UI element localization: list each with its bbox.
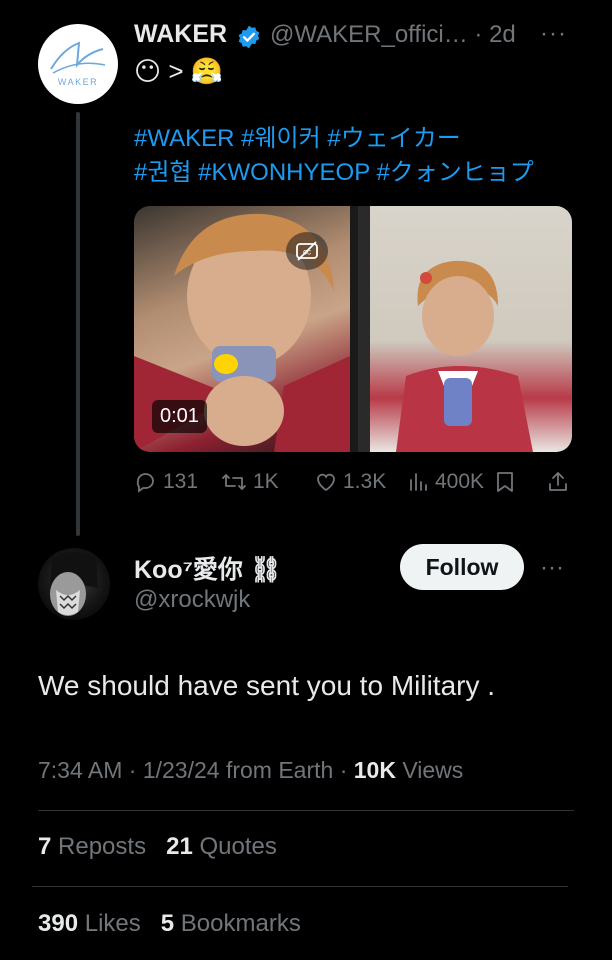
handle-text: @WAKER_offici… bbox=[270, 21, 468, 48]
reposts-stat[interactable]: 7 Reposts bbox=[38, 833, 146, 860]
repost-button[interactable]: 1K bbox=[220, 470, 279, 494]
like-count: 1.3K bbox=[343, 470, 387, 493]
reply-icon bbox=[136, 473, 154, 493]
views-chart-icon bbox=[410, 473, 427, 491]
time-ago[interactable]: · 2d bbox=[474, 21, 515, 48]
follow-button[interactable]: Follow bbox=[400, 544, 524, 590]
masked-face-illustration bbox=[50, 552, 98, 616]
video-right-frame bbox=[358, 206, 572, 452]
divider bbox=[38, 810, 574, 811]
bookmarks-stat[interactable]: 5 Bookmarks bbox=[161, 910, 301, 937]
reposts-label: Reposts bbox=[51, 833, 147, 860]
share-icon bbox=[549, 472, 567, 491]
author-handle[interactable]: @WAKER_offici… · 2d bbox=[270, 21, 516, 49]
hashtags: #WAKER #웨이커 #ウェイカー #권협 #KWONHYEOP #クォンヒョ… bbox=[134, 122, 534, 190]
views-label: Views bbox=[395, 757, 464, 783]
heart-icon bbox=[317, 473, 335, 492]
person-mirror-illustration bbox=[358, 206, 533, 452]
quotes-stat[interactable]: 21 Quotes bbox=[166, 833, 277, 860]
waker-avatar[interactable]: WAKER bbox=[38, 24, 118, 104]
divider bbox=[32, 886, 568, 887]
author-name[interactable]: WAKER bbox=[134, 20, 227, 49]
like-button[interactable]: 1.3K bbox=[314, 470, 386, 494]
reposts-count: 7 bbox=[38, 833, 52, 860]
views-count: 400K bbox=[435, 470, 485, 493]
quotes-label: Quotes bbox=[192, 833, 277, 860]
hashtags-line-1[interactable]: #WAKER #웨이커 #ウェイカー bbox=[134, 122, 534, 156]
reply-text: We should have sent you to Military . bbox=[38, 670, 496, 701]
verified-badge-icon bbox=[238, 25, 260, 49]
quotes-count: 21 bbox=[166, 833, 193, 860]
share-button[interactable] bbox=[546, 470, 570, 494]
hashtags-line-2[interactable]: #권협 #KWONHYEOP #クォンヒョプ bbox=[134, 156, 534, 190]
more-options-button[interactable]: ··· bbox=[540, 20, 567, 48]
reply-author-handle[interactable]: @xrockwjk bbox=[134, 586, 250, 614]
waker-logo-icon: WAKER bbox=[50, 41, 106, 87]
repost-icon bbox=[222, 474, 246, 490]
reply-more-options-button[interactable]: ··· bbox=[540, 554, 564, 582]
views-count-total: 10K bbox=[353, 757, 396, 783]
likes-stat[interactable]: 390 Likes bbox=[38, 910, 141, 937]
koo-avatar[interactable] bbox=[38, 548, 110, 620]
captions-toggle-button[interactable]: cc bbox=[286, 232, 328, 270]
thread-line bbox=[76, 112, 80, 536]
tweet-timestamp[interactable]: 7:34 AM · 1/23/24 from Earth · bbox=[38, 757, 354, 783]
tweet-actions-bar: 131 1K 1.3K 400K bbox=[134, 470, 574, 504]
reply-count: 131 bbox=[163, 470, 199, 493]
bookmark-button[interactable] bbox=[494, 470, 516, 494]
reply-button[interactable]: 131 bbox=[134, 470, 198, 494]
media-divider bbox=[350, 206, 358, 452]
likes-count: 390 bbox=[38, 910, 79, 937]
captions-off-icon: cc bbox=[296, 241, 318, 261]
tweet-emoji-text: 😶 > 😤 bbox=[134, 56, 224, 86]
views-button[interactable]: 400K bbox=[406, 470, 484, 494]
bookmarks-label: Bookmarks bbox=[174, 910, 301, 937]
video-time-badge: 0:01 bbox=[152, 400, 207, 433]
reply-author-name[interactable]: Koo⁷愛你 ⛓ bbox=[134, 550, 282, 586]
tweet-meta: 7:34 AM · 1/23/24 from Earth · 10K Views bbox=[38, 757, 463, 784]
reposts-quotes-stats: 7 Reposts 21 Quotes bbox=[38, 833, 277, 861]
likes-bookmarks-stats: 390 Likes 5 Bookmarks bbox=[38, 910, 301, 938]
bookmarks-count: 5 bbox=[160, 910, 175, 937]
likes-label: Likes bbox=[78, 910, 141, 937]
repost-count: 1K bbox=[253, 470, 279, 493]
logo-text: WAKER bbox=[58, 77, 98, 87]
bookmark-icon bbox=[497, 472, 513, 492]
